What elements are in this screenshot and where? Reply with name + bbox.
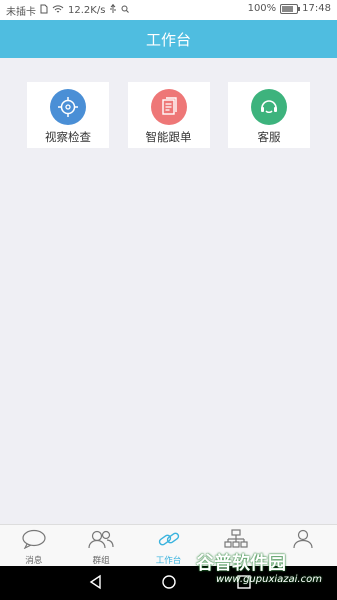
tab-workbench[interactable]: 工作台 <box>135 525 202 567</box>
tab-groups-label: 群组 <box>92 556 110 566</box>
battery-icon <box>280 3 301 14</box>
document-icon <box>150 88 187 125</box>
target-icon <box>50 88 86 125</box>
watermark-url: www.gupuxiazai.com <box>216 574 322 585</box>
time-text: 17:48 <box>302 3 331 14</box>
wifi-icon <box>52 4 64 17</box>
tab-groups[interactable]: 群组 <box>67 525 134 567</box>
headset-icon <box>251 88 287 125</box>
watermark-logo: 谷普软件园 www.gupuxiazai.com <box>196 552 337 586</box>
feature-grid: 视察检查 智能跟单 客服 <box>27 82 310 148</box>
link-icon <box>156 529 182 553</box>
smart-tracking-label: 智能跟单 <box>145 129 192 144</box>
chat-bubble-icon <box>21 529 47 553</box>
inspection-label: 视察检查 <box>45 129 91 144</box>
back-icon[interactable] <box>88 574 104 594</box>
sim-icon <box>40 4 48 17</box>
customer-service-card[interactable]: 客服 <box>228 82 310 148</box>
tab-messages-label: 消息 <box>25 556 43 566</box>
watermark-title: 谷普软件园 <box>196 553 286 574</box>
status-bar: 未插卡 12.2K/s 100% 17:48 <box>0 0 337 20</box>
speed-text: 12.2K/s <box>68 5 106 16</box>
person-icon <box>291 529 315 553</box>
tab-messages[interactable]: 消息 <box>0 525 67 567</box>
carrier-text: 未插卡 <box>6 7 36 18</box>
workbench-content: 视察检查 智能跟单 客服 <box>0 58 337 524</box>
org-chart-icon <box>224 529 248 553</box>
group-icon <box>87 529 115 553</box>
title-bar: 工作台 <box>0 20 337 58</box>
usb-icon <box>109 4 117 17</box>
page-title: 工作台 <box>145 30 191 49</box>
customer-service-label: 客服 <box>257 129 281 144</box>
search-icon <box>121 5 130 16</box>
battery-text: 100% <box>247 3 277 14</box>
smart-tracking-card[interactable]: 智能跟单 <box>127 82 210 148</box>
tab-workbench-label: 工作台 <box>155 556 182 566</box>
inspection-card[interactable]: 视察检查 <box>27 82 109 148</box>
home-icon[interactable] <box>161 574 177 594</box>
